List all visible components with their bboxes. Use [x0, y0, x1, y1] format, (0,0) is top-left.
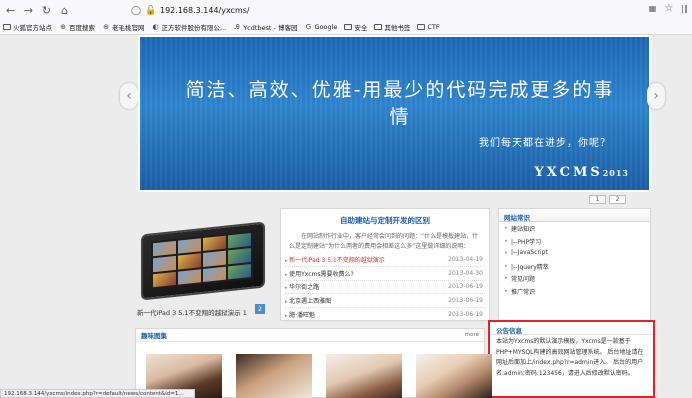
side-link[interactable]: |--JavaScript — [499, 247, 650, 260]
pager-page-2[interactable]: 2 — [609, 195, 626, 204]
url-text[interactable]: 192.168.3.144/yxcms/ — [160, 6, 250, 15]
news-item[interactable]: 臆·潘旺魁2013-06-19 — [285, 308, 485, 322]
bookmark-star-icon[interactable]: ☆ — [664, 3, 673, 14]
globe-icon: ⊕ — [103, 23, 109, 31]
bookmark-item[interactable]: ◐ 正方软件股份有限公... — [152, 22, 226, 32]
page-content: ‹ 简洁、高效、优雅-用最少的代码完成更多的事情 我们每天都在进步，你呢？ YX… — [0, 35, 692, 398]
notice-title: 公告信息 — [490, 322, 653, 335]
bookmark-folder[interactable]: 其他书签 — [374, 22, 410, 32]
featured-page-number[interactable]: 2 — [255, 304, 265, 314]
news-item[interactable]: 新一代iPad 3 5.1不变翔的越狱演示2013-04-19 — [285, 253, 485, 267]
library-icon[interactable]: |‖ — [681, 4, 688, 13]
news-panel: 自助建站与定制开发的区别 在网站制作行业中，客户经常会问到的问题：“什么是模板建… — [280, 208, 490, 322]
news-description: 在网站制作行业中，客户经常会问到的问题：“什么是模板建站，什么是定制建站”为什么… — [289, 233, 479, 250]
site-icon: ◐ — [152, 23, 159, 31]
slider-next-arrow-icon[interactable]: › — [647, 83, 665, 109]
gallery-photos — [146, 354, 492, 398]
news-item[interactable]: 使用Yxcms需要收费么?2013-04-30 — [285, 267, 485, 281]
side-link[interactable]: |--Jquery精萃 — [499, 260, 650, 273]
notice-panel: 公告信息 本站为Yxcms的默认演示模板，Yxcms是一款基于PHP+MYSQL… — [488, 320, 655, 398]
notice-body: 本站为Yxcms的默认演示模板，Yxcms是一款基于PHP+MYSQL构建的高效… — [496, 338, 644, 377]
insecure-lock-icon[interactable]: 🔓 — [145, 5, 157, 17]
news-list: 新一代iPad 3 5.1不变翔的越狱演示2013-04-19 使用Yxcms需… — [285, 253, 485, 322]
qr-code-icon[interactable]: ▦ — [649, 4, 657, 13]
news-item[interactable]: 北京遇上西雅图2013-06-19 — [285, 294, 485, 309]
banner-subtitle: 我们每天都在进步，你呢？ — [479, 138, 611, 149]
blog-icon: Ꭿ — [234, 22, 240, 31]
photo-gallery: 趣味图集 more — [135, 328, 492, 398]
reload-icon[interactable]: ↻ — [39, 3, 54, 18]
back-icon[interactable]: ← — [3, 3, 18, 18]
bookmarks-bar: 火狐官方站点 ⊕ 百度搜索 ⊕ 老毛桃官网 ◐ 正方软件股份有限公... Ꭿ Ycdtb… — [0, 20, 692, 35]
shield-icon[interactable]: ◯ — [130, 5, 142, 17]
featured-caption[interactable]: 新一代iPad 3 5.1不变翔的越狱演示 1 — [137, 307, 247, 317]
folder-icon — [417, 24, 426, 30]
hero-banner[interactable]: 简洁、高效、优雅-用最少的代码完成更多的事情 我们每天都在进步，你呢？ YXCM… — [138, 35, 651, 192]
pager-page-1[interactable]: 1 — [589, 195, 606, 204]
bookmark-item[interactable]: G Google — [304, 23, 338, 31]
bookmark-item[interactable]: ⊕ 百度搜索 — [59, 22, 95, 32]
gallery-photo[interactable] — [326, 354, 402, 398]
bookmark-item[interactable]: Ꭿ Ycdtbest - 博客园 — [233, 22, 298, 33]
gallery-photo[interactable] — [236, 354, 312, 398]
bookmark-folder[interactable]: CTF — [417, 23, 440, 31]
url-bar[interactable]: ◯ 🔓 192.168.3.144/yxcms/ — [130, 3, 630, 18]
gallery-title: 趣味图集 — [141, 332, 167, 340]
gallery-photo[interactable] — [416, 354, 492, 398]
banner-title: 简洁、高效、优雅-用最少的代码完成更多的事情 — [185, 79, 615, 128]
globe-icon: ⊕ — [60, 23, 66, 31]
slider-pager: 1 2 — [589, 195, 626, 204]
gallery-header: 趣味图集 more — [136, 329, 484, 342]
google-icon: G — [305, 23, 312, 31]
status-bar-url: 192.168.3.144/yxcms/index.php?r=default/… — [0, 389, 195, 398]
url-actions: ▦ ☆ |‖ — [649, 3, 688, 14]
side-link[interactable]: 常见问题 — [499, 272, 650, 285]
bookmark-item[interactable]: 火狐官方站点 — [3, 22, 52, 32]
bookmark-folder[interactable]: 安全 — [344, 22, 367, 32]
news-headline[interactable]: 自助建站与定制开发的区别 — [281, 215, 489, 226]
folder-icon — [374, 24, 383, 30]
side-link[interactable]: 推广常识 — [499, 285, 650, 298]
folder-icon — [3, 24, 11, 30]
news-item[interactable]: 华尔街之路2013-06-19 — [285, 281, 485, 295]
forward-icon[interactable]: → — [21, 3, 36, 18]
banner-logo: YXCMS2013 — [534, 165, 629, 180]
folder-icon — [344, 24, 353, 30]
home-icon[interactable]: ⌂ — [57, 3, 72, 18]
slider-prev-arrow-icon[interactable]: ‹ — [120, 83, 138, 109]
browser-toolbar: ← → ↻ ⌂ ◯ 🔓 192.168.3.144/yxcms/ ▦ ☆ |‖ — [0, 0, 692, 20]
bookmark-item[interactable]: ⊕ 老毛桃官网 — [102, 22, 144, 32]
featured-image-box[interactable]: 新一代iPad 3 5.1不变翔的越狱演示 1 2 — [135, 208, 275, 321]
side-panel-title: 网站常识 — [499, 209, 650, 222]
side-link[interactable]: 建站知识 — [499, 222, 650, 235]
tablet-image[interactable] — [141, 221, 265, 301]
side-link[interactable]: |--PHP学习 — [499, 235, 650, 248]
tablet-screen — [151, 230, 253, 290]
gallery-more-link[interactable]: more — [465, 332, 479, 338]
